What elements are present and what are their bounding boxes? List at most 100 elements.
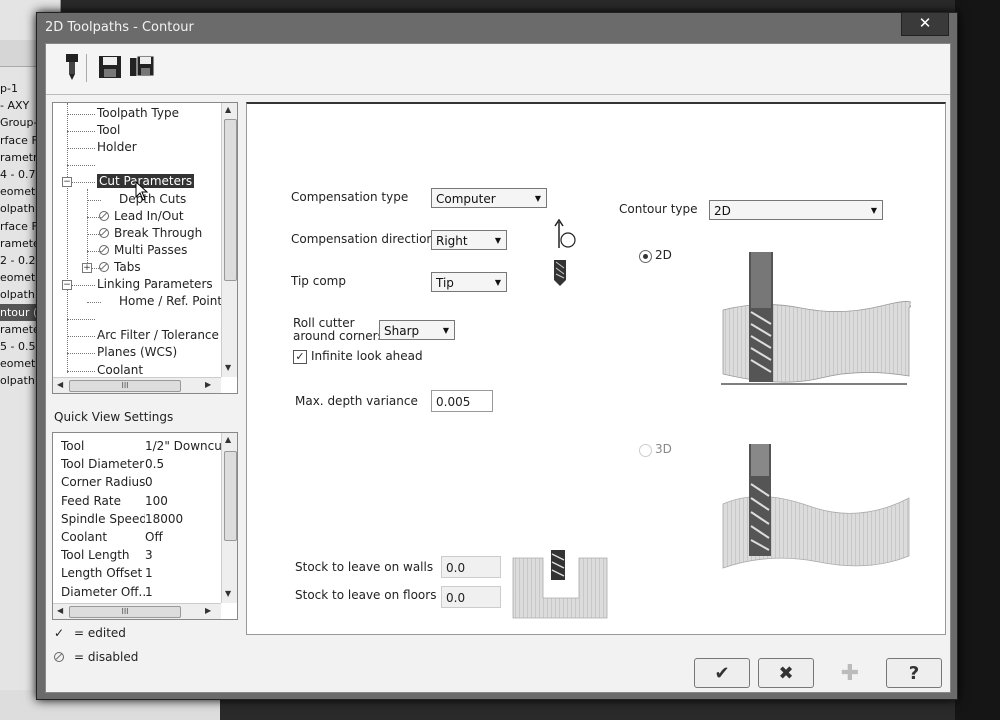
stock-walls-input[interactable]: 0.0 <box>441 556 501 578</box>
contour-type-label: Contour type <box>619 202 698 216</box>
tree-connector <box>67 353 95 355</box>
chevron-down-icon: ▼ <box>534 194 541 203</box>
contour-2d-radio[interactable] <box>639 250 652 263</box>
scroll-left-arrow-icon[interactable]: ◀ <box>57 606 63 615</box>
tree-item-label: Coolant <box>97 362 144 377</box>
quick-view-value: 100 <box>145 493 168 508</box>
scroll-right-arrow-icon[interactable]: ▶ <box>205 380 211 389</box>
scroll-left-arrow-icon[interactable]: ◀ <box>57 380 63 389</box>
quick-view-row: Coolant Off <box>61 528 223 546</box>
quick-view-row: Spindle Speed 18000 <box>61 510 223 528</box>
scroll-up-arrow-icon[interactable]: ▲ <box>225 435 231 444</box>
quick-view-row: Tool 1/2" Downcut <box>61 437 225 455</box>
contour-dialog: 2D Toolpaths - Contour ✕ − + − Toolpath … <box>36 12 958 700</box>
add-button[interactable]: ✚ <box>822 658 878 688</box>
cancel-button[interactable]: ✖ <box>758 658 814 688</box>
legend-edited-label: = edited <box>74 626 126 640</box>
scroll-down-arrow-icon[interactable]: ▼ <box>225 363 231 372</box>
quick-view-value: 1 <box>145 584 153 599</box>
contour-type-select[interactable]: 2D ▼ <box>709 200 883 220</box>
tree-connector <box>87 199 101 201</box>
tree-item-home-ref-points[interactable]: Home / Ref. Points <box>119 293 228 310</box>
tree-connector <box>67 114 95 115</box>
max-depth-variance-input[interactable]: 0.005 <box>431 390 493 412</box>
tree-item-linking-parameters[interactable]: Linking Parameters <box>97 276 213 293</box>
scroll-down-arrow-icon[interactable]: ▼ <box>225 589 231 598</box>
tree-item-planes-wcs[interactable]: Planes (WCS) <box>97 344 177 361</box>
infinite-look-ahead-checkbox[interactable]: ✓ <box>293 350 307 364</box>
quick-view-key: Diameter Off... <box>61 584 145 599</box>
help-button[interactable]: ? <box>886 658 942 688</box>
tree-item-label: Linking Parameters <box>97 277 213 291</box>
tree-connector <box>67 148 95 150</box>
tree-item-coolant[interactable]: Coolant <box>97 362 143 379</box>
tree-connector <box>67 319 95 321</box>
contour-3d-label: 3D <box>655 442 672 456</box>
quick-view-value: 0 <box>145 475 153 490</box>
quick-view-value: 1 <box>145 566 153 581</box>
tip-comp-select[interactable]: Tip ▼ <box>431 272 507 292</box>
tree-vertical-scrollbar[interactable]: ▲ ▼ <box>221 103 237 377</box>
tree-item-multi-passes[interactable]: Multi Passes <box>99 242 187 259</box>
quick-view-key: Tool Length <box>61 548 130 563</box>
tree-item-toolpath-type[interactable]: Toolpath Type <box>97 105 179 122</box>
quick-view-hscroll-thumb[interactable]: III <box>69 606 181 618</box>
collapse-icon[interactable]: − <box>62 177 72 188</box>
tree-guide-line <box>87 189 88 269</box>
tree-item-tabs[interactable]: Tabs <box>99 259 141 276</box>
tree-item-label: Toolpath Type <box>97 106 179 120</box>
tree-item-arc-filter-tolerance[interactable]: Arc Filter / Tolerance <box>97 327 219 344</box>
max-depth-variance-label: Max. depth variance <box>295 394 418 408</box>
tree-hscroll-thumb[interactable]: III <box>69 380 181 392</box>
expand-icon[interactable]: + <box>82 262 92 273</box>
collapse-icon[interactable]: − <box>62 280 72 290</box>
quick-view-scroll-thumb[interactable] <box>224 451 237 541</box>
chevron-down-icon: ▼ <box>870 206 877 215</box>
tree-connector <box>87 302 101 304</box>
compensation-direction-label: Compensation direction <box>291 232 435 246</box>
quick-view-key: Corner Radius <box>61 475 145 490</box>
parameter-tree: − + − Toolpath Type Tool Holder Cut Parameter… <box>52 102 238 394</box>
tree-item-label: Break Through <box>114 225 203 240</box>
tree-horizontal-scrollbar[interactable]: ◀ III ▶ <box>53 377 221 393</box>
scroll-up-arrow-icon[interactable]: ▲ <box>225 105 231 114</box>
stock-to-leave-diagram <box>512 550 608 619</box>
scroll-right-arrow-icon[interactable]: ▶ <box>205 606 211 615</box>
contour-3d-radio[interactable] <box>639 444 652 457</box>
tool-icon[interactable] <box>58 52 86 82</box>
tree-item-label: Planes (WCS) <box>97 345 178 360</box>
tree-connector <box>67 165 95 167</box>
quick-view-key: Feed Rate <box>61 493 121 508</box>
edited-check-icon: ✓ <box>54 626 65 640</box>
disabled-icon <box>99 244 109 255</box>
stock-floors-input[interactable]: 0.0 <box>441 586 501 608</box>
quick-view-row: Tool Diameter 0.5 <box>61 455 223 473</box>
quick-view-value: 1/2" Downcut <box>145 439 225 453</box>
roll-cutter-select[interactable]: Sharp ▼ <box>379 320 455 340</box>
mouse-cursor-icon <box>135 181 149 201</box>
tree-item-depth-cuts[interactable]: Depth Cuts <box>119 191 186 208</box>
quick-view-vertical-scrollbar[interactable]: ▲ ▼ <box>221 433 237 603</box>
tree-item-label: Holder <box>97 140 137 155</box>
quick-view-value: 18000 <box>145 511 184 526</box>
disabled-icon <box>99 210 109 221</box>
disabled-icon <box>99 227 109 238</box>
save-all-icon[interactable] <box>128 52 156 82</box>
tree-item-tool[interactable]: Tool <box>97 122 120 139</box>
ok-button[interactable]: ✔ <box>694 658 750 688</box>
quick-view-horizontal-scrollbar[interactable]: ◀ III ▶ <box>53 603 221 619</box>
title-bar: 2D Toolpaths - Contour ✕ <box>37 13 957 43</box>
close-button[interactable]: ✕ <box>901 13 949 36</box>
cut-parameters-panel: Compensation type Computer ▼ Compensation… <box>246 102 946 635</box>
tree-item-break-through[interactable]: Break Through <box>99 225 202 242</box>
tree-item-holder[interactable]: Holder <box>97 139 137 156</box>
tree-item-lead-in-out[interactable]: Lead In/Out <box>99 208 184 225</box>
compensation-direction-select[interactable]: Right ▼ <box>431 230 507 250</box>
help-icon: ? <box>908 662 920 684</box>
save-icon[interactable] <box>96 52 124 82</box>
tree-scroll-thumb[interactable] <box>224 119 237 281</box>
compensation-type-select[interactable]: Computer ▼ <box>431 188 547 208</box>
contour-2d-illustration <box>721 252 911 385</box>
compensation-type-label: Compensation type <box>291 190 409 204</box>
background-desktop <box>955 0 1000 720</box>
